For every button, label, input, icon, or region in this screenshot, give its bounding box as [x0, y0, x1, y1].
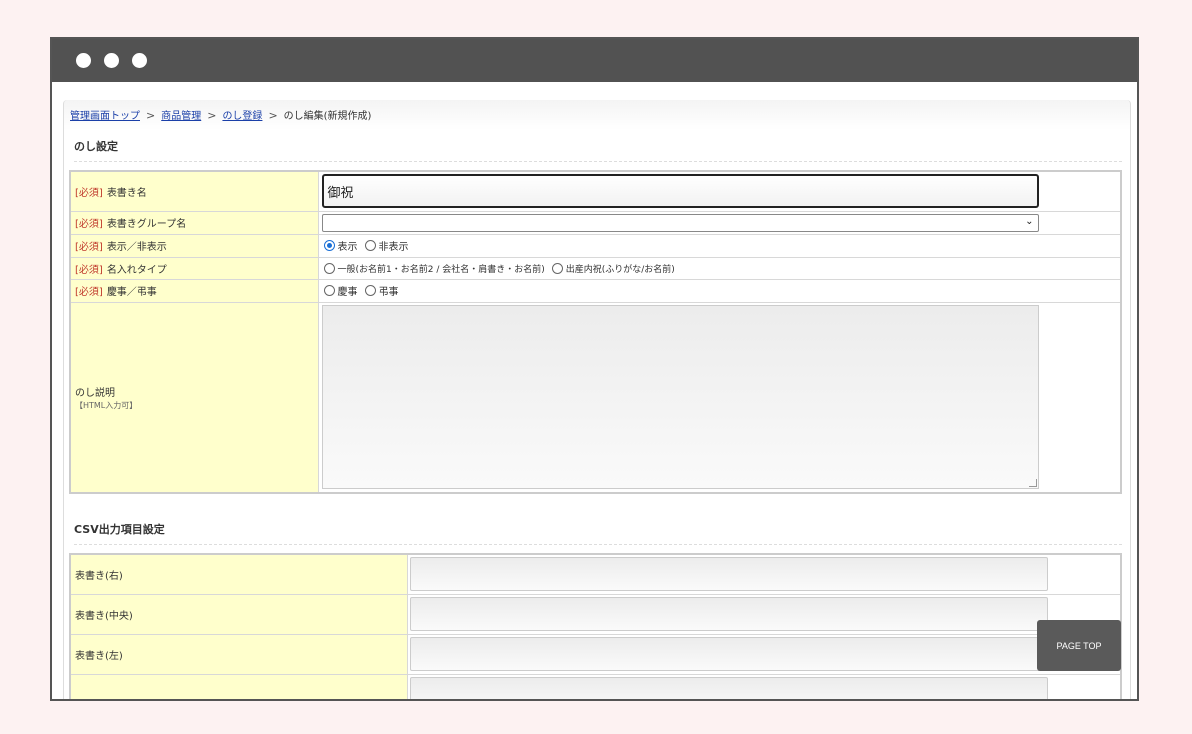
form-label: のし説明 【HTML入力可】: [69, 301, 319, 494]
breadcrumb-link-products[interactable]: 商品管理: [161, 111, 201, 122]
page-top-button[interactable]: PAGE TOP: [1037, 620, 1121, 671]
form-row-keiji: [必須] 慶事／弔事 慶事 弔事: [69, 278, 1122, 303]
form-value-cell: ⌄: [317, 210, 1122, 235]
form-value-cell: 表示 非表示: [317, 233, 1122, 258]
display-radio-hide[interactable]: [364, 240, 376, 251]
radio-label-condolence: 弔事: [378, 287, 399, 298]
form-value-cell: [406, 593, 1122, 635]
form-value-cell: 御祝: [317, 170, 1122, 212]
browser-window: 管理画面トップ > 商品管理 > のし登録 > のし編集(新規作成) のし設定 [必須] 表書…: [50, 37, 1139, 701]
form-value-cell: [406, 633, 1122, 675]
section-title-noshi-settings: のし設定: [74, 138, 1122, 162]
form-value-cell: 慶事 弔事: [317, 278, 1122, 303]
radio-label-birth: 出産内祝(ふりがな/お名前): [565, 264, 675, 275]
form-label: [必須] 表書き名: [69, 170, 319, 212]
csv-label: 表書き(中央): [69, 593, 408, 635]
breadcrumb-separator: >: [207, 109, 217, 122]
form-label: [必須] 名入れタイプ: [69, 256, 319, 280]
breadcrumb-current: のし編集(新規作成): [283, 111, 372, 122]
html-allowed-note: 【HTML入力可】: [75, 400, 138, 410]
keiji-radio-condolence[interactable]: [364, 285, 376, 296]
form-value-cell: [406, 673, 1122, 699]
page-content: 管理画面トップ > 商品管理 > のし登録 > のし編集(新規作成) のし設定 [必須] 表書…: [63, 100, 1131, 699]
form-row-description: のし説明 【HTML入力可】: [69, 301, 1122, 494]
display-radio-show[interactable]: [323, 240, 335, 251]
label-omotegaki: 表書き名: [106, 187, 147, 199]
form-row-omotegaki: [必須] 表書き名 御祝: [69, 170, 1122, 212]
csv-omotegaki-left-input[interactable]: [409, 637, 1048, 671]
form-value-cell: [317, 301, 1122, 494]
breadcrumb-link-noshi[interactable]: のし登録: [222, 111, 262, 122]
form-label: [必須] 表書きグループ名: [69, 210, 319, 235]
required-tag: [必須]: [75, 287, 103, 298]
csv-row: 表書き(右): [69, 553, 1122, 595]
form-row-display: [必須] 表示／非表示 表示 非表示: [69, 233, 1122, 258]
window-control-dot[interactable]: [76, 53, 91, 68]
window-control-dot[interactable]: [132, 53, 147, 68]
csv-row: 表書き(中央): [69, 593, 1122, 635]
breadcrumb-separator: >: [268, 109, 278, 122]
breadcrumb-separator: >: [146, 109, 156, 122]
label-naire: 名入れタイプ: [106, 264, 167, 276]
form-label: [必須] 表示／非表示: [69, 233, 319, 258]
window-titlebar: [52, 39, 1137, 82]
chevron-down-icon: ⌄: [1025, 215, 1034, 227]
omotegaki-group-select[interactable]: ⌄: [321, 213, 1039, 232]
csv-omotegaki-center-input[interactable]: [409, 597, 1048, 631]
resize-handle-icon[interactable]: [1028, 479, 1037, 488]
csv-settings-table: 表書き(右) 表書き(中央) 表書き(左): [69, 553, 1122, 699]
csv-row: [69, 673, 1122, 699]
radio-label-hide: 非表示: [378, 242, 409, 253]
radio-label-celebration: 慶事: [337, 287, 358, 298]
keiji-radio-celebration[interactable]: [323, 285, 335, 296]
label-display: 表示／非表示: [106, 242, 167, 253]
csv-extra-input[interactable]: [409, 676, 1048, 699]
breadcrumb-link-admin-top[interactable]: 管理画面トップ: [70, 111, 140, 122]
label-keiji: 慶事／弔事: [106, 287, 157, 298]
noshi-description-textarea[interactable]: [321, 305, 1039, 490]
csv-label: 表書き(右): [69, 553, 408, 595]
label-description: のし説明: [75, 387, 115, 399]
form-value-cell: [406, 553, 1122, 595]
noshi-settings-table: [必須] 表書き名 御祝 [必須] 表書きグループ名 ⌄ [必須] 表示／非表示 表示…: [69, 170, 1122, 494]
required-tag: [必須]: [75, 242, 103, 253]
radio-label-general: 一般(お名前1・お名前2 / 会社名・肩書き・お名前): [337, 264, 545, 275]
section-title-csv: CSV出力項目設定: [74, 521, 1122, 545]
csv-label: 表書き(左): [69, 633, 408, 675]
form-row-naire: [必須] 名入れタイプ 一般(お名前1・お名前2 / 会社名・肩書き・お名前) 出…: [69, 256, 1122, 280]
window-control-dot[interactable]: [104, 53, 119, 68]
required-tag: [必須]: [75, 219, 103, 230]
csv-omotegaki-right-input[interactable]: [409, 557, 1048, 592]
required-tag: [必須]: [75, 187, 103, 199]
naire-radio-general[interactable]: [323, 262, 335, 274]
naire-radio-birth[interactable]: [551, 262, 563, 274]
required-tag: [必須]: [75, 264, 103, 276]
omotegaki-name-input[interactable]: 御祝: [321, 174, 1039, 209]
label-group: 表書きグループ名: [106, 219, 187, 230]
radio-label-show: 表示: [337, 242, 358, 253]
form-value-cell: 一般(お名前1・お名前2 / 会社名・肩書き・お名前) 出産内祝(ふりがな/お名…: [317, 256, 1122, 280]
form-row-group: [必須] 表書きグループ名 ⌄: [69, 210, 1122, 235]
csv-row: 表書き(左): [69, 633, 1122, 675]
csv-label: [69, 673, 408, 699]
breadcrumb: 管理画面トップ > 商品管理 > のし登録 > のし編集(新規作成): [70, 107, 371, 122]
form-label: [必須] 慶事／弔事: [69, 278, 319, 303]
